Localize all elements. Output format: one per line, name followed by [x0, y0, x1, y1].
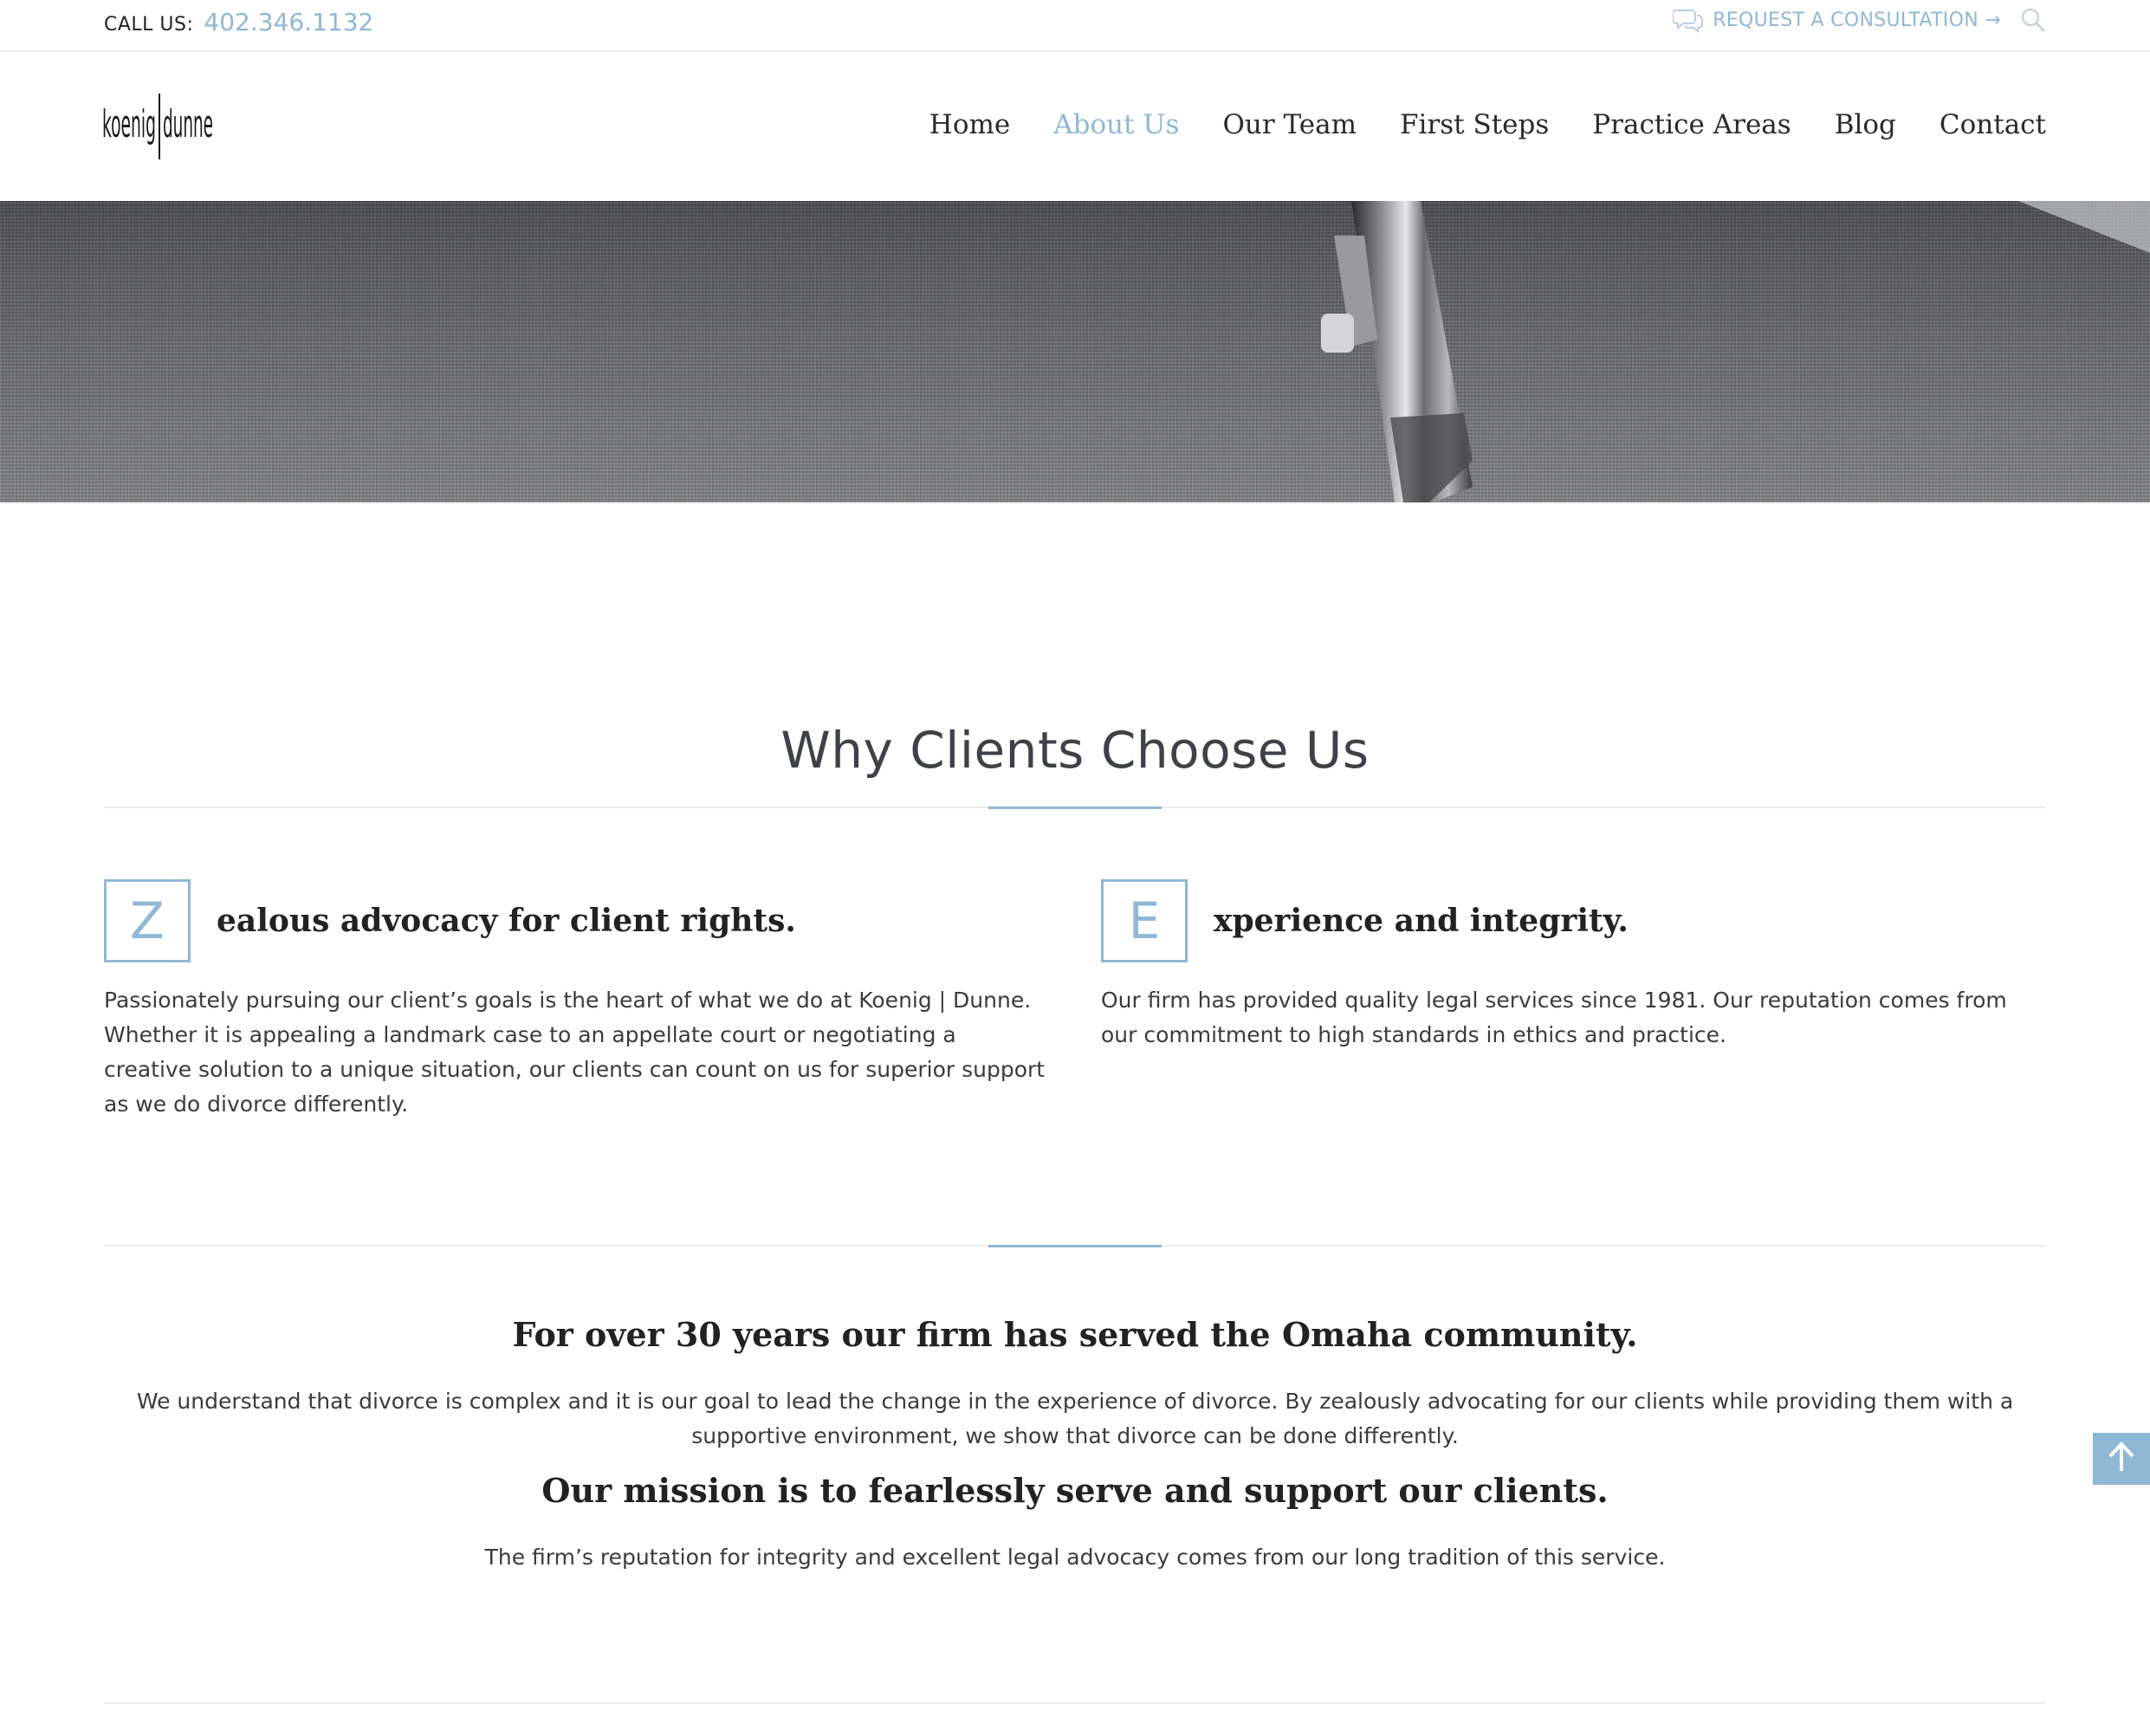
phone-link[interactable]: 402.346.1132 — [204, 8, 373, 36]
request-consultation-link[interactable]: REQUEST A CONSULTATION → — [1713, 10, 2001, 31]
svg-text:koenig: koenig — [102, 102, 156, 146]
community-body: We understand that divorce is complex an… — [136, 1389, 2014, 1448]
feature-experience: E xperience and integrity. Our firm has … — [1101, 879, 2045, 1053]
section-divider — [104, 806, 2046, 809]
feature-title: xperience and integrity. — [1214, 903, 1629, 939]
divider-accent — [988, 1245, 1162, 1247]
call-us: CALL US: 402.346.1132 — [104, 8, 373, 36]
call-us-label: CALL US: — [104, 14, 194, 36]
mission-body: The firm’s reputation for integrity and … — [484, 1545, 1666, 1570]
nav-home[interactable]: Home — [929, 109, 1010, 140]
top-bar: CALL US: 402.346.1132 REQUEST A CONSULTA… — [0, 0, 2150, 52]
section-title-why: Why Clients Choose Us — [780, 721, 1370, 780]
back-to-top-button[interactable] — [2093, 1433, 2150, 1485]
bottom-divider — [104, 1702, 2046, 1704]
dropcap-letter: Z — [104, 879, 191, 962]
feature-heading: Z ealous advocacy for client rights. — [104, 879, 1048, 962]
nav-contact[interactable]: Contact — [1940, 109, 2046, 140]
nav-blog[interactable]: Blog — [1835, 109, 1896, 140]
chat-bubbles-icon — [1672, 7, 1704, 34]
arrow-up-icon — [2106, 1440, 2137, 1478]
feature-body: Our firm has provided quality legal serv… — [1101, 988, 2007, 1047]
feature-title: ealous advocacy for client rights. — [217, 903, 796, 939]
feature-heading: E xperience and integrity. — [1101, 879, 2045, 962]
divider-accent — [988, 806, 1162, 809]
nav-practice-areas[interactable]: Practice Areas — [1592, 109, 1791, 140]
pen-illustration — [0, 201, 2150, 502]
dropcap-letter: E — [1101, 879, 1188, 962]
search-icon[interactable] — [2020, 7, 2046, 33]
consultation-group: REQUEST A CONSULTATION → — [1672, 7, 2046, 34]
mission-title: Our mission is to fearlessly serve and s… — [541, 1471, 1609, 1510]
hero-image — [0, 201, 2150, 502]
nav-about-us[interactable]: About Us — [1053, 109, 1179, 140]
feature-body: Passionately pursuing our client’s goals… — [104, 988, 1046, 1117]
section-divider — [104, 1245, 2046, 1247]
community-title: For over 30 years our firm has served th… — [512, 1315, 1638, 1354]
nav-our-team[interactable]: Our Team — [1222, 109, 1357, 140]
feature-zealous: Z ealous advocacy for client rights. Pas… — [104, 879, 1048, 1122]
site-header: koenig dunne Home About Us Our Team Firs… — [0, 52, 2150, 201]
nav-first-steps[interactable]: First Steps — [1400, 109, 1549, 140]
main-nav: Home About Us Our Team First Steps Pract… — [886, 106, 2046, 144]
svg-text:dunne: dunne — [163, 102, 213, 146]
logo[interactable]: koenig dunne — [102, 90, 213, 161]
